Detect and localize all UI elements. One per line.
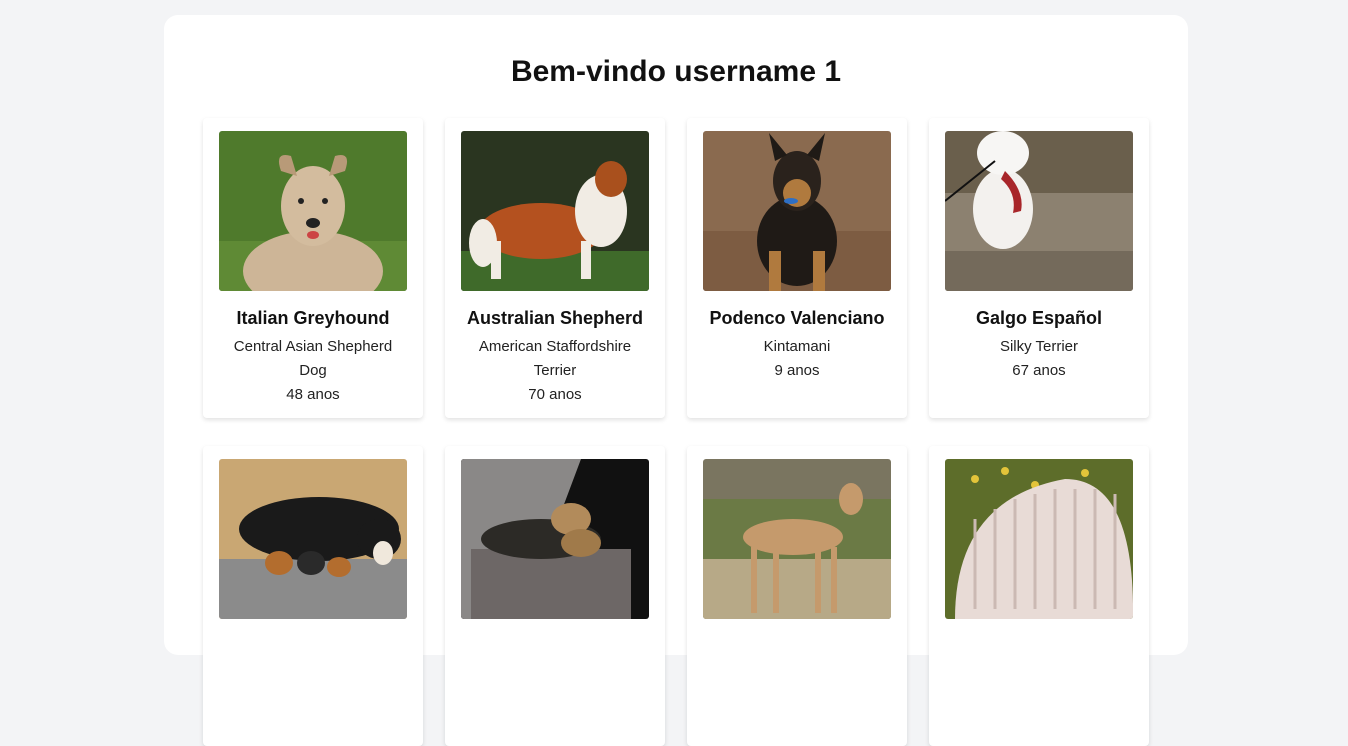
dog-breed: American Staffordshire Terrier 70 anos (461, 335, 649, 407)
dog-breed-text: Central Asian Shepherd Dog (233, 338, 393, 379)
dog-age: 48 anos (286, 386, 340, 403)
dog-card[interactable] (203, 446, 423, 746)
dog-name: Australian Shepherd (466, 308, 644, 328)
dog-photo (945, 131, 1133, 291)
dog-card[interactable] (687, 446, 907, 746)
dog-breed: Kintamani 9 anos (703, 335, 891, 383)
dog-card[interactable] (929, 446, 1149, 746)
dog-age: 9 anos (774, 362, 820, 379)
dog-breed-text: American Staffordshire Terrier (478, 338, 632, 379)
dog-breed-text: Silky Terrier (999, 338, 1079, 355)
dog-card[interactable]: Podenco Valenciano Kintamani 9 anos (687, 118, 907, 418)
dog-breed: Silky Terrier 67 anos (945, 335, 1133, 383)
main-panel: Bem-vindo username 1 Italian Greyhound C… (164, 15, 1188, 746)
dog-card[interactable]: Australian Shepherd American Staffordshi… (445, 118, 665, 418)
dog-photo (461, 459, 649, 619)
dog-card[interactable] (445, 446, 665, 746)
dog-age: 67 anos (1012, 362, 1066, 379)
dog-photo (703, 131, 891, 291)
dog-breed-text: Kintamani (763, 338, 831, 355)
dog-name: Podenco Valenciano (709, 308, 885, 328)
page-title: Bem-vindo username 1 (510, 55, 842, 88)
dog-breed: Central Asian Shepherd Dog 48 anos (219, 335, 407, 407)
dog-name: Galgo Español (975, 308, 1103, 328)
dog-card[interactable]: Italian Greyhound Central Asian Shepherd… (203, 118, 423, 418)
dog-photo (703, 459, 891, 619)
dog-photo (219, 131, 407, 291)
dog-photo (219, 459, 407, 619)
dog-card[interactable]: Galgo Español Silky Terrier 67 anos (929, 118, 1149, 418)
dog-age: 70 anos (528, 386, 582, 403)
dog-name: Italian Greyhound (236, 308, 390, 328)
dog-photo (461, 131, 649, 291)
dog-photo (945, 459, 1133, 619)
